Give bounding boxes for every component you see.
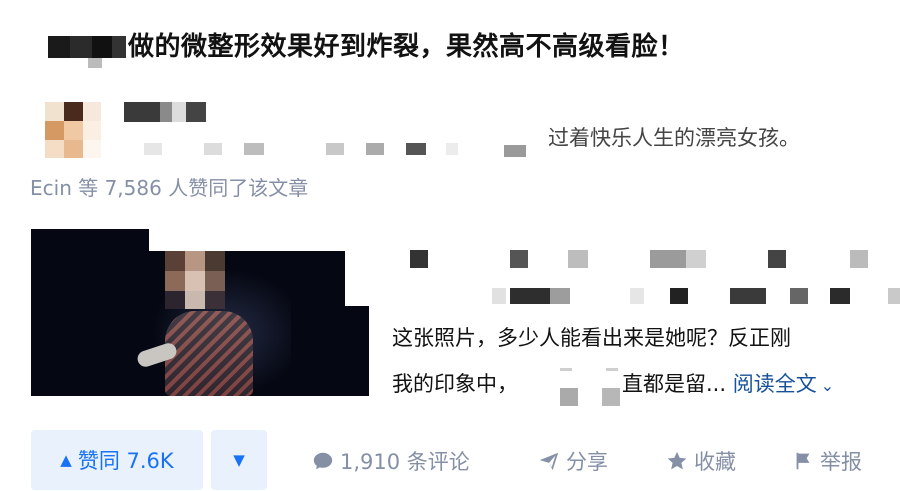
star-icon — [667, 451, 687, 470]
vote-down-button[interactable]: ▼ — [211, 430, 267, 490]
voters-summary[interactable]: Ecin 等 7,586 人赞同了该文章 — [30, 172, 308, 201]
article-thumbnail[interactable] — [31, 229, 369, 396]
report-label: 举报 — [820, 450, 862, 474]
comments-label: 1,910 条评论 — [340, 450, 470, 474]
read-more-link[interactable]: 阅读全文 ⌄ — [733, 372, 834, 396]
redacted-name-mosaic — [48, 32, 128, 72]
excerpt-redacted-mosaic — [400, 248, 900, 308]
report-button[interactable]: 举报 — [792, 446, 862, 476]
paper-plane-icon — [539, 452, 559, 471]
favorite-label: 收藏 — [694, 450, 736, 474]
author-bio: 过着快乐人生的漂亮女孩。 — [548, 126, 800, 150]
favorite-button[interactable]: 收藏 — [666, 446, 736, 476]
blurred-face-mosaic — [165, 251, 229, 309]
share-label: 分享 — [566, 450, 608, 474]
author-name-mosaic[interactable] — [124, 102, 208, 124]
triangle-down-icon: ▼ — [233, 451, 245, 469]
vote-up-label: 赞同 7.6K — [77, 449, 174, 473]
chevron-down-icon: ⌄ — [820, 376, 835, 395]
share-button[interactable]: 分享 — [538, 446, 608, 476]
comments-button[interactable]: 1,910 条评论 — [312, 446, 470, 476]
cover-band — [149, 229, 369, 251]
cover-band — [345, 251, 369, 306]
avatar[interactable] — [45, 102, 101, 158]
excerpt-redacted-mosaic — [556, 366, 646, 410]
flag-icon — [796, 452, 810, 470]
excerpt-text: 我的印象中， — [392, 372, 518, 396]
author-badge-mosaic — [140, 143, 530, 157]
dress-figure — [165, 311, 253, 396]
vote-up-button[interactable]: ▲ 赞同 7.6K — [31, 430, 203, 490]
triangle-up-icon: ▲ — [60, 451, 72, 469]
comment-bubble-icon — [313, 452, 333, 470]
excerpt-line-1[interactable]: 这张照片，多少人能看出来是她呢？反正刚 — [392, 322, 791, 352]
article-title[interactable]: 做的微整形效果好到炸裂，果然高不高级看脸！ — [128, 26, 685, 63]
